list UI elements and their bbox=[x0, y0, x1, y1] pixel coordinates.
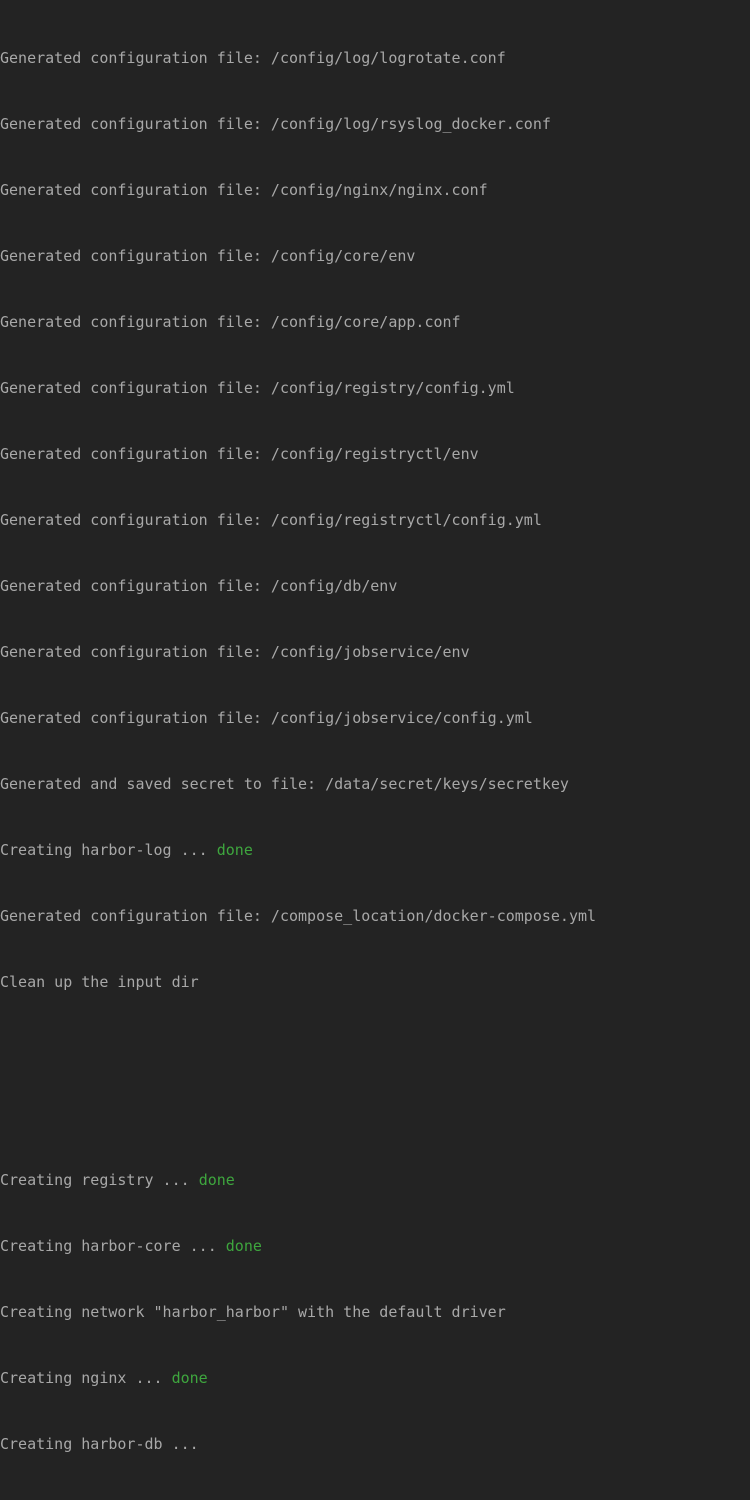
status-done: done bbox=[217, 841, 253, 859]
status-done: done bbox=[226, 1237, 262, 1255]
output-line: Creating network "harbor_harbor" with th… bbox=[0, 1301, 750, 1323]
output-line: Creating harbor-db ... bbox=[0, 1433, 750, 1455]
output-line: Creating harbor-log ... done bbox=[0, 839, 750, 861]
line-prefix: Creating harbor-core ... bbox=[0, 1237, 226, 1255]
output-line: Creating nginx ... done bbox=[0, 1367, 750, 1389]
output-line: Generated configuration file: /config/jo… bbox=[0, 641, 750, 663]
line-prefix: Creating harbor-log ... bbox=[0, 841, 217, 859]
output-line: Generated configuration file: /config/co… bbox=[0, 311, 750, 333]
output-line: Generated configuration file: /compose_l… bbox=[0, 905, 750, 927]
output-line: Generated and saved secret to file: /dat… bbox=[0, 773, 750, 795]
output-line: Generated configuration file: /config/re… bbox=[0, 377, 750, 399]
output-line: Generated configuration file: /config/jo… bbox=[0, 707, 750, 729]
output-line: Generated configuration file: /config/lo… bbox=[0, 113, 750, 135]
output-line: Creating harbor-core ... done bbox=[0, 1235, 750, 1257]
output-line: Generated configuration file: /config/db… bbox=[0, 575, 750, 597]
output-line: Generated configuration file: /config/ng… bbox=[0, 179, 750, 201]
status-done: done bbox=[199, 1171, 235, 1189]
line-prefix: Creating nginx ... bbox=[0, 1369, 172, 1387]
empty-line bbox=[0, 1037, 750, 1059]
output-line: Generated configuration file: /config/co… bbox=[0, 245, 750, 267]
output-line: Creating registry ... done bbox=[0, 1169, 750, 1191]
output-line: Creating harbor-portal ... bbox=[0, 1499, 750, 1500]
output-line: Generated configuration file: /config/re… bbox=[0, 509, 750, 531]
output-line: Generated configuration file: /config/lo… bbox=[0, 47, 750, 69]
output-line: Clean up the input dir bbox=[0, 971, 750, 993]
line-prefix: Creating registry ... bbox=[0, 1171, 199, 1189]
empty-line bbox=[0, 1103, 750, 1125]
terminal-output: Generated configuration file: /config/lo… bbox=[0, 0, 750, 1500]
status-done: done bbox=[172, 1369, 208, 1387]
output-line: Generated configuration file: /config/re… bbox=[0, 443, 750, 465]
